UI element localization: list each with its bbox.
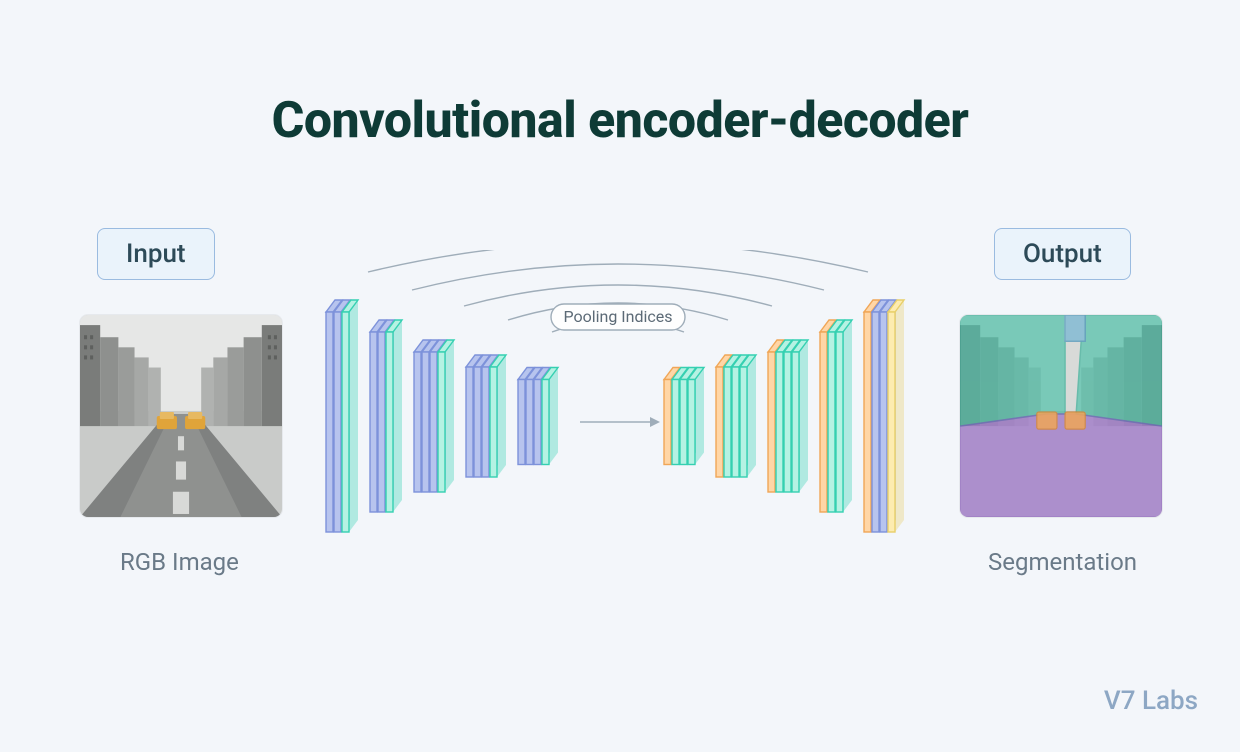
input-caption: RGB Image xyxy=(120,548,239,576)
skip-connection xyxy=(368,250,868,272)
decoder-block-0-layer-3 xyxy=(688,368,704,465)
output-image xyxy=(960,315,1162,517)
decoder-block-4-layer-3 xyxy=(888,300,904,532)
input-image xyxy=(80,315,282,517)
encoder-block-4-layer-3 xyxy=(542,368,558,465)
street-photo-icon xyxy=(80,315,282,517)
encoder-decoder-network-icon: Pooling Indices xyxy=(308,250,928,550)
output-badge: Output xyxy=(994,228,1131,280)
decoder-block-1-layer-3 xyxy=(740,355,756,477)
input-badge: Input xyxy=(97,228,215,280)
encoder-block-1-layer-2 xyxy=(386,320,402,512)
diagram-title: Convolutional encoder-decoder xyxy=(0,92,1240,150)
decoder-block-3-layer-2 xyxy=(836,320,852,512)
encoder-block-3-layer-3 xyxy=(490,355,506,477)
decoder-block-2-layer-3 xyxy=(792,340,808,492)
output-caption: Segmentation xyxy=(988,548,1137,576)
attribution-label: V7 Labs xyxy=(1104,686,1198,716)
pooling-indices-label: Pooling Indices xyxy=(563,307,672,326)
encoder-block-2-layer-3 xyxy=(438,340,454,492)
arrow-head-icon xyxy=(650,417,660,427)
encoder-block-0-layer-2 xyxy=(342,300,358,532)
segmentation-overlay-icon xyxy=(960,315,1162,517)
skip-connection xyxy=(412,264,824,290)
